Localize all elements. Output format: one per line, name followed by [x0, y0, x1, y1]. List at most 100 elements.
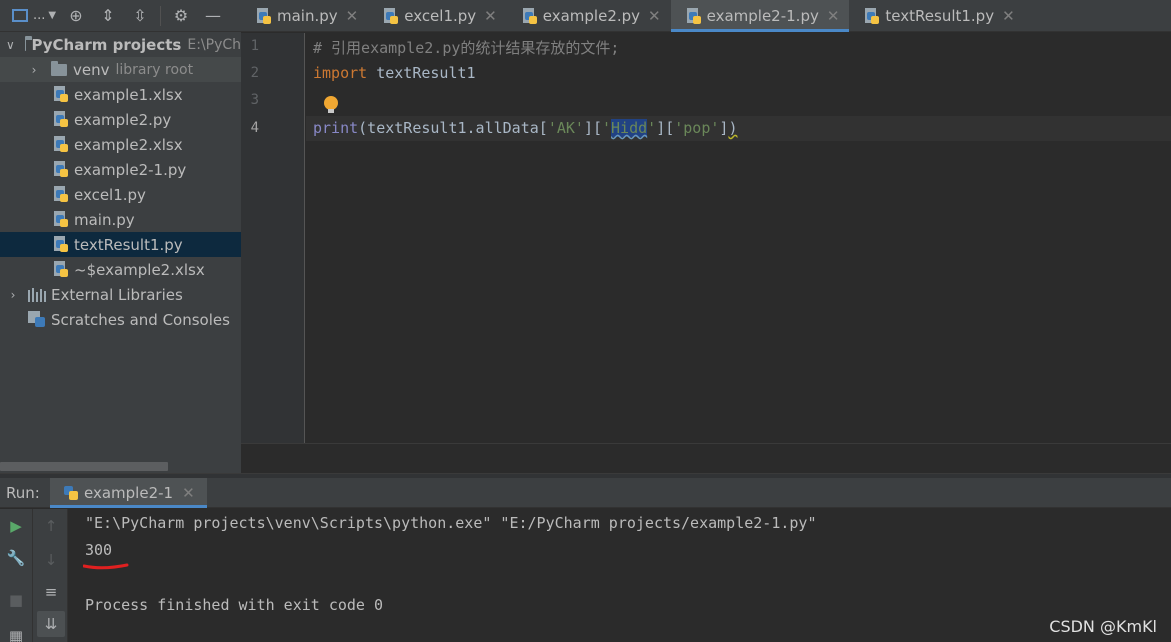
project-view-selector[interactable]: ... ▼	[0, 0, 60, 32]
tree-root-path: E:\PyCh	[187, 36, 241, 53]
string-token: '	[602, 119, 612, 137]
library-icon	[28, 287, 46, 302]
run-icon[interactable]: ▶	[2, 513, 30, 539]
locate-icon[interactable]: ⊕	[60, 0, 92, 32]
close-icon[interactable]: ✕	[1002, 7, 1015, 25]
chevron-right-icon[interactable]: ›	[27, 63, 41, 77]
stop-icon[interactable]: ■	[2, 587, 30, 613]
python-file-icon	[52, 236, 68, 253]
editor-bottom-area	[241, 443, 1171, 473]
tree-item-external-libraries[interactable]: › External Libraries	[0, 282, 241, 307]
scroll-to-end-icon[interactable]: ⇊	[37, 611, 65, 637]
tree-item-scratches[interactable]: Scratches and Consoles	[0, 307, 241, 332]
tree-item-label: main.py	[74, 210, 135, 229]
tree-root[interactable]: ∨ PyCharm projects E:\PyCh	[0, 32, 241, 57]
run-tab-example2-1[interactable]: example2-1 ✕	[50, 478, 207, 508]
close-icon[interactable]: ✕	[346, 7, 359, 25]
tab-label: example2-1.py	[706, 7, 819, 25]
tree-item-file[interactable]: excel1.py	[0, 182, 241, 207]
run-header: Run: example2-1 ✕	[0, 478, 1171, 508]
chevron-down-icon[interactable]: ∨	[6, 38, 15, 52]
tab-label: textResult1.py	[885, 7, 995, 25]
folder-icon	[24, 35, 30, 51]
tab-main-py[interactable]: main.py ✕	[241, 0, 368, 32]
minimize-icon[interactable]: —	[197, 0, 229, 32]
xlsx-file-icon	[52, 136, 68, 153]
tab-textresult1-py[interactable]: textResult1.py ✕	[849, 0, 1024, 32]
layout-icon[interactable]: ▦	[2, 623, 30, 642]
python-icon	[62, 485, 78, 502]
close-icon[interactable]: ✕	[648, 7, 661, 25]
tree-item-label: excel1.py	[74, 185, 146, 204]
scratches-icon	[28, 311, 46, 328]
project-toolbar: ... ▼ ⊕ ⇕ ⇳ ⚙ —	[0, 0, 241, 32]
line-number: 1	[250, 38, 259, 54]
tab-excel1-py[interactable]: excel1.py ✕	[368, 0, 507, 32]
string-token: 'pop'	[674, 119, 720, 137]
tree-item-file[interactable]: main.py	[0, 207, 241, 232]
run-toolbar-primary: ▶ 🔧 ■ ▦	[0, 509, 33, 642]
tree-item-label: venv	[73, 60, 110, 79]
up-arrow-icon[interactable]: ↑	[37, 513, 65, 539]
python-file-icon	[255, 7, 271, 25]
console-output-value: 300	[85, 541, 113, 559]
selected-text: Hidd	[611, 119, 648, 137]
project-view-icon	[12, 9, 28, 22]
wrench-icon[interactable]: 🔧	[2, 545, 30, 571]
python-file-icon	[863, 7, 880, 25]
python-file-icon	[52, 211, 68, 228]
editor-tab-bar: main.py ✕ excel1.py ✕ example2.py ✕ exam…	[241, 0, 1171, 32]
keyword-import: import	[313, 64, 368, 82]
gear-icon[interactable]: ⚙	[165, 0, 197, 32]
code-editor[interactable]: # 引用example2.py的统计结果存放的文件; import textRe…	[306, 33, 1171, 443]
tree-item-file[interactable]: ~$example2.xlsx	[0, 257, 241, 282]
tab-example2-1-py[interactable]: example2-1.py ✕	[670, 0, 850, 32]
collapse-all-icon[interactable]: ⇳	[124, 0, 156, 32]
tab-example2-py[interactable]: example2.py ✕	[507, 0, 671, 32]
code-line-4: print(textResult1.allData['AK']['Hidd'][…	[313, 119, 737, 137]
tree-item-file-selected[interactable]: textResult1.py	[0, 232, 241, 257]
python-file-icon	[52, 186, 68, 203]
code-token: ][	[656, 119, 675, 137]
tree-item-label: Scratches and Consoles	[51, 310, 230, 329]
line-number: 3	[250, 92, 259, 108]
close-icon[interactable]: ✕	[827, 7, 840, 25]
close-icon[interactable]: ✕	[182, 484, 195, 502]
code-token: ][	[583, 119, 602, 137]
tree-item-file[interactable]: example2.py	[0, 107, 241, 132]
expand-all-icon[interactable]: ⇕	[92, 0, 124, 32]
console-command-line: "E:\PyCharm projects\venv\Scripts\python…	[85, 514, 817, 532]
tree-item-venv[interactable]: › venv library root	[0, 57, 241, 82]
down-arrow-icon[interactable]: ↓	[37, 547, 65, 573]
tree-item-label: External Libraries	[51, 285, 183, 304]
red-underline-annotation	[83, 563, 129, 570]
tab-label: main.py	[277, 7, 338, 25]
close-icon[interactable]: ✕	[484, 7, 497, 25]
python-file-icon	[382, 7, 399, 25]
editor-gutter: 1 2 3 4	[241, 33, 305, 443]
run-toolbar-secondary: ↑ ↓ ≡ ⇊	[33, 509, 68, 642]
library-root-note: library root	[115, 61, 194, 78]
tree-item-label: example2.xlsx	[74, 135, 183, 154]
tree-item-file[interactable]: example2-1.py	[0, 157, 241, 182]
soft-wrap-icon[interactable]: ≡	[37, 579, 65, 605]
line-number: 4	[250, 120, 259, 136]
horizontal-scrollbar[interactable]	[0, 462, 168, 471]
lightbulb-icon[interactable]	[324, 96, 338, 113]
watermark: CSDN @KmKl	[1049, 617, 1157, 636]
run-console[interactable]: "E:\PyCharm projects\venv\Scripts\python…	[68, 509, 1171, 642]
tree-item-label: example1.xlsx	[74, 85, 183, 104]
python-file-icon	[52, 161, 68, 178]
tree-item-label: example2.py	[74, 110, 172, 129]
builtin-print: print	[313, 119, 359, 137]
tree-root-label: PyCharm projects	[31, 35, 182, 54]
tree-item-file[interactable]: example2.xlsx	[0, 132, 241, 157]
python-file-icon	[685, 7, 701, 25]
tree-item-label: ~$example2.xlsx	[74, 260, 205, 279]
run-tab-label: example2-1	[84, 484, 174, 502]
python-file-icon	[52, 111, 68, 128]
project-view-label: ...	[33, 8, 46, 23]
xlsx-file-icon	[52, 261, 68, 278]
chevron-right-icon[interactable]: ›	[6, 288, 20, 302]
tree-item-file[interactable]: example1.xlsx	[0, 82, 241, 107]
